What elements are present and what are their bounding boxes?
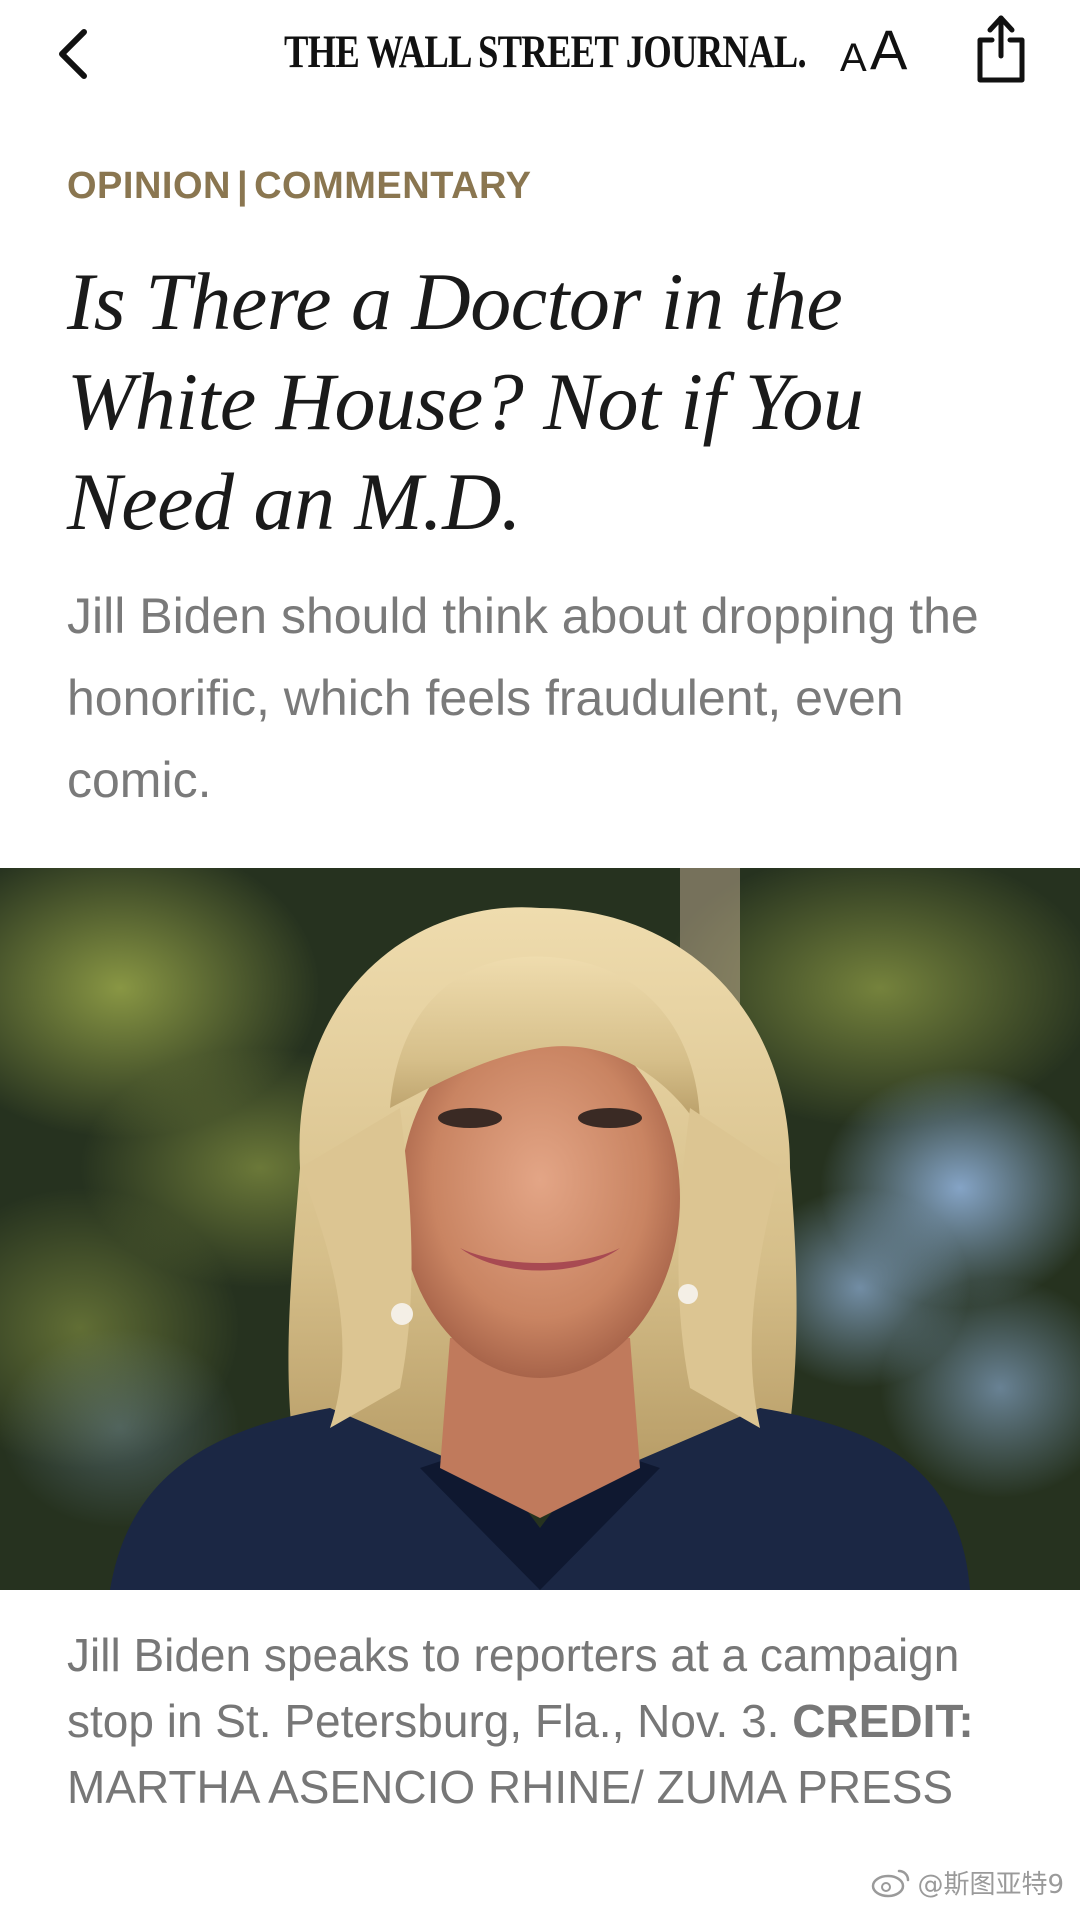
watermark: @斯图亚特9 [871, 1862, 1064, 1902]
article-photo[interactable] [0, 868, 1080, 1590]
share-button[interactable] [970, 8, 1032, 86]
text-size-small-glyph: A [840, 36, 867, 80]
credit-label: CREDIT: [792, 1695, 974, 1747]
text-size-button[interactable]: A A [840, 20, 920, 86]
share-icon [977, 15, 1025, 83]
photo-caption: Jill Biden speaks to reporters at a camp… [67, 1622, 1027, 1820]
masthead-logo: THE WALL STREET JOURNAL. [284, 26, 807, 78]
photo-illustration [0, 868, 1080, 1590]
credit-value: MARTHA ASENCIO RHINE/ ZUMA PRESS [67, 1761, 954, 1813]
section-label: OPINION [67, 165, 231, 207]
section-separator: | [236, 165, 249, 207]
chevron-left-icon [59, 29, 87, 79]
subsection-label: COMMENTARY [254, 165, 532, 207]
weibo-icon [872, 1869, 910, 1898]
article-dek: Jill Biden should think about dropping t… [67, 588, 979, 808]
back-button[interactable] [48, 18, 104, 88]
section-kicker[interactable]: OPINION | COMMENTARY [67, 165, 531, 208]
top-navigation-bar: THE WALL STREET JOURNAL. A A [0, 0, 1080, 110]
article-headline: Is There a Doctor in the White House? No… [67, 256, 864, 547]
watermark-text: @斯图亚特9 [917, 1869, 1064, 1900]
text-size-large-glyph: A [870, 18, 908, 81]
